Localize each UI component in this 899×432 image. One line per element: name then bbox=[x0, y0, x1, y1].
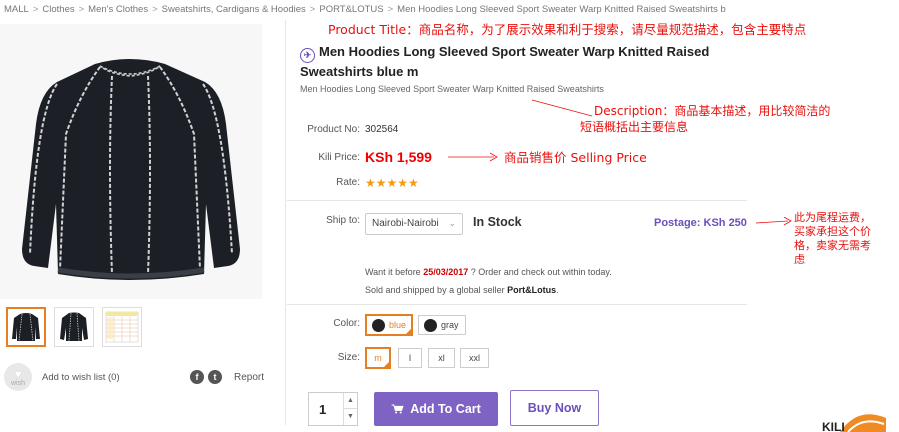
breadcrumb: MALL > Clothes > Men's Clothes > Sweatshirts, … bbox=[4, 4, 894, 15]
breadcrumb-item-mens-clothes[interactable]: Men's Clothes bbox=[88, 4, 148, 15]
size-label: Size: bbox=[337, 352, 360, 363]
postage-value: Postage: KSh 250 bbox=[654, 217, 747, 229]
buy-now-button[interactable]: Buy Now bbox=[510, 390, 599, 426]
price-value: KSh 1,599 bbox=[365, 149, 432, 165]
size-chart-icon bbox=[105, 311, 139, 343]
selected-corner-icon bbox=[405, 328, 412, 335]
size-option-m[interactable]: m bbox=[365, 347, 391, 369]
size-option-l[interactable]: l bbox=[398, 348, 422, 368]
sweater-thumbnail-icon bbox=[60, 312, 88, 342]
quantity-spinner: ▲ ▼ bbox=[343, 393, 357, 425]
section-divider bbox=[287, 304, 747, 305]
seller-suffix: . bbox=[556, 285, 559, 295]
size-option-label: xxl bbox=[469, 353, 480, 363]
breadcrumb-item-clothes[interactable]: Clothes bbox=[42, 4, 74, 15]
annotation-postage-line: 买家承担这个价 bbox=[794, 225, 871, 238]
price-label: Kili Price: bbox=[318, 152, 360, 163]
stock-status: In Stock bbox=[473, 215, 522, 229]
color-option-label: gray bbox=[441, 320, 459, 330]
annotation-price: 商品销售价 Selling Price bbox=[504, 150, 647, 165]
facebook-icon[interactable]: f bbox=[190, 370, 204, 384]
color-label: Color: bbox=[333, 318, 360, 329]
heart-icon: ♥ bbox=[14, 366, 22, 381]
annotation-description-line2: 短语概括出主要信息 bbox=[580, 120, 689, 134]
product-no-value: 302564 bbox=[365, 124, 399, 135]
selected-corner-icon bbox=[383, 361, 390, 368]
kili-logo-text: KILI bbox=[822, 420, 845, 432]
seller-prefix: Sold and shipped by a global seller bbox=[365, 285, 505, 295]
rating-stars: ★★★★★ bbox=[365, 176, 419, 190]
column-divider bbox=[285, 20, 286, 425]
wish-icon-label: wish bbox=[10, 379, 25, 387]
social-share: f t Report bbox=[190, 370, 264, 384]
section-divider bbox=[287, 200, 747, 201]
wish-button[interactable]: ♥ wish bbox=[4, 363, 32, 391]
sweater-swatch-icon bbox=[372, 318, 385, 332]
color-option-blue[interactable]: blue bbox=[365, 314, 413, 336]
product-title: ✈ Men Hoodies Long Sleeved Sport Sweater … bbox=[300, 43, 740, 81]
ship-to-value: Nairobi-Nairobi bbox=[372, 218, 439, 229]
add-to-cart-label: Add To Cart bbox=[410, 402, 481, 416]
delivery-estimate: Want it before 25/03/2017 ? Order and ch… bbox=[365, 267, 612, 277]
breadcrumb-item-current: Men Hoodies Long Sleeved Sport Sweater W… bbox=[397, 4, 726, 15]
breadcrumb-separator: > bbox=[387, 4, 394, 15]
seller-info: Sold and shipped by a global seller Port… bbox=[365, 285, 559, 295]
twitter-icon[interactable]: t bbox=[208, 370, 222, 384]
quantity-value[interactable]: 1 bbox=[319, 402, 326, 417]
breadcrumb-item-sweatshirts[interactable]: Sweatshirts, Cardigans & Hoodies bbox=[162, 4, 306, 15]
product-no-label: Product No: bbox=[307, 124, 360, 135]
size-option-label: m bbox=[374, 353, 382, 363]
breadcrumb-item-brand[interactable]: PORT&LOTUS bbox=[319, 4, 383, 15]
add-to-wish-list-link[interactable]: Add to wish list (0) bbox=[42, 372, 120, 383]
quantity-stepper[interactable]: 1 ▲ ▼ bbox=[308, 392, 358, 426]
thumbnail-size-chart[interactable] bbox=[102, 307, 142, 347]
annotation-pointer-desc bbox=[531, 99, 593, 117]
product-title-text: Men Hoodies Long Sleeved Sport Sweater W… bbox=[300, 44, 710, 79]
annotation-description: Description：商品基本描述，用比较简洁的 短语概括出主要信息 bbox=[580, 103, 831, 135]
ship-to-label: Ship to: bbox=[326, 215, 360, 226]
rate-label: Rate: bbox=[336, 177, 360, 188]
breadcrumb-separator: > bbox=[152, 4, 158, 15]
product-subtitle: Men Hoodies Long Sleeved Sport Sweater W… bbox=[300, 84, 604, 94]
ship-to-select[interactable]: Nairobi-Nairobi ⌄ bbox=[365, 213, 463, 235]
delivery-date: 25/03/2017 bbox=[423, 267, 469, 277]
size-option-xxl[interactable]: xxl bbox=[460, 348, 489, 368]
delivery-prefix: Want it before bbox=[365, 267, 421, 277]
thumbnail-sweater-front[interactable] bbox=[6, 307, 46, 347]
cart-icon bbox=[391, 404, 404, 414]
color-option-label: blue bbox=[388, 320, 406, 330]
breadcrumb-item-mall[interactable]: MALL bbox=[4, 4, 29, 15]
thumbnail-strip bbox=[6, 307, 142, 347]
sweater-thumbnail-icon bbox=[12, 313, 40, 342]
main-product-image[interactable] bbox=[0, 24, 262, 299]
sweater-swatch-icon bbox=[424, 318, 437, 332]
delivery-suffix: ? Order and check out within today. bbox=[470, 267, 612, 277]
annotation-title: Product Title：商品名称，为了展示效果和利于搜索，请尽量规范描述，包… bbox=[328, 22, 807, 37]
thumbnail-sweater-angle[interactable] bbox=[54, 307, 94, 347]
decrement-arrow-icon[interactable]: ▼ bbox=[344, 409, 357, 425]
increment-arrow-icon[interactable]: ▲ bbox=[344, 393, 357, 409]
size-option-label: xl bbox=[438, 353, 445, 363]
add-to-cart-button[interactable]: Add To Cart bbox=[374, 392, 498, 426]
size-option-xl[interactable]: xl bbox=[428, 348, 455, 368]
sweater-image bbox=[0, 24, 262, 299]
annotation-description-line1: Description：商品基本描述，用比较简洁的 bbox=[594, 104, 831, 118]
report-link[interactable]: Report bbox=[234, 372, 264, 383]
size-option-label: l bbox=[409, 353, 411, 363]
breadcrumb-separator: > bbox=[32, 4, 39, 15]
annotation-postage-line: 此为尾程运费， bbox=[794, 211, 871, 224]
annotation-postage-line: 格，卖家无需考 bbox=[794, 239, 871, 252]
breadcrumb-separator: > bbox=[309, 4, 316, 15]
annotation-postage-line: 虑 bbox=[794, 253, 805, 266]
seller-name[interactable]: Port&Lotus bbox=[507, 285, 556, 295]
annotation-postage: 此为尾程运费， 买家承担这个价 格，卖家无需考 虑 bbox=[794, 211, 894, 267]
kili-logo: KILI bbox=[818, 404, 888, 432]
plane-icon: ✈ bbox=[300, 48, 315, 63]
annotation-arrow-postage bbox=[756, 217, 792, 226]
annotation-arrow-price bbox=[448, 152, 498, 162]
wish-list-row: ♥ wish Add to wish list (0) f t Report bbox=[4, 362, 274, 392]
color-option-gray[interactable]: gray bbox=[418, 315, 466, 335]
chevron-down-icon: ⌄ bbox=[448, 218, 456, 228]
breadcrumb-separator: > bbox=[78, 4, 85, 15]
